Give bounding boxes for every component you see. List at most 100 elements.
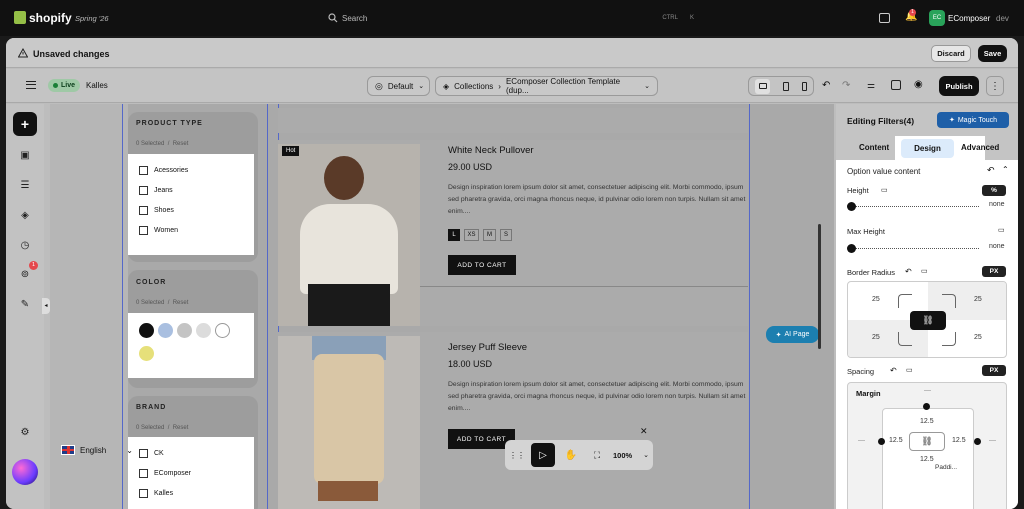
product-image[interactable] (278, 144, 420, 326)
inbox-icon[interactable] (879, 13, 890, 23)
filter-reset-link[interactable]: Reset (173, 300, 189, 306)
zoom-level[interactable]: 100% (613, 451, 632, 460)
template-breadcrumb[interactable]: ◈ Collections › EComposer Collection Tem… (435, 76, 658, 96)
radius-top-right[interactable]: 25 (974, 296, 982, 303)
color-swatch[interactable] (139, 346, 154, 361)
product-description: Design inspiration lorem ipsum dolor sit… (448, 184, 746, 215)
margin-left-handle[interactable] (878, 438, 885, 445)
drag-handle-icon[interactable]: ⋮⋮ (509, 451, 525, 460)
filter-reset-link[interactable]: Reset (173, 425, 189, 431)
tab-content[interactable]: Content (859, 143, 889, 152)
color-swatch[interactable] (139, 323, 154, 338)
settings-gear-icon[interactable]: ⚙ (17, 424, 33, 440)
filter-option-checkbox[interactable]: Kalles (139, 489, 173, 498)
reset-icon[interactable]: ↶ (890, 366, 897, 375)
max-height-slider[interactable] (851, 248, 979, 249)
canvas-scrollbar[interactable] (818, 224, 821, 349)
filter-option-checkbox[interactable]: Shoes (139, 206, 174, 215)
magic-touch-button[interactable]: ✦ Magic Touch (937, 112, 1009, 128)
height-label: Height (847, 186, 869, 195)
store-name[interactable]: EComposer (948, 14, 990, 23)
store-avatar[interactable]: EC (929, 10, 945, 26)
product-title[interactable]: Jersey Puff Sleeve (448, 342, 527, 353)
margin-right-value[interactable]: 12.5 (952, 437, 966, 444)
add-element-button[interactable]: + (13, 112, 37, 136)
tab-design[interactable]: Design (901, 139, 954, 158)
height-unit-select[interactable]: % (982, 185, 1006, 196)
hand-pan-icon[interactable]: ✋ (561, 450, 581, 461)
layers-icon[interactable]: ◈ (17, 207, 33, 223)
publish-button[interactable]: Publish (939, 76, 979, 96)
language-select[interactable]: ◎ Default ⌄ (367, 76, 430, 96)
chevron-up-icon[interactable]: ⌃ (1002, 165, 1009, 174)
save-button[interactable]: Save (978, 45, 1007, 62)
tab-advanced[interactable]: Advanced (961, 143, 999, 152)
color-swatch[interactable] (215, 323, 230, 338)
spacing-unit-select[interactable]: PX (982, 365, 1006, 376)
select-cursor-icon[interactable]: ▷ (531, 443, 555, 467)
style-icon[interactable]: ✎ (17, 296, 33, 312)
color-swatch[interactable] (196, 323, 211, 338)
collapse-rail-handle[interactable]: ◂ (42, 298, 50, 314)
discard-button[interactable]: Discard (931, 45, 971, 62)
size-option[interactable]: L (448, 229, 460, 241)
filter-option-checkbox[interactable]: EComposer (139, 469, 191, 478)
breadcrumb-parent: Collections (454, 81, 494, 91)
close-icon[interactable]: ✕ (640, 426, 648, 437)
history-icon[interactable]: ◷ (17, 237, 33, 253)
product-image[interactable] (278, 336, 420, 509)
redo-icon[interactable]: ↷ (842, 80, 850, 91)
mobile-icon[interactable] (801, 81, 807, 91)
radius-top-left[interactable]: 25 (872, 296, 880, 303)
max-height-slider-handle[interactable] (847, 244, 856, 253)
ai-assistant-orb[interactable] (12, 459, 38, 485)
size-option[interactable]: XS (464, 229, 479, 241)
chevron-down-icon[interactable]: ⌄ (643, 451, 649, 459)
size-option[interactable]: M (483, 229, 496, 241)
undo-icon[interactable]: ↶ (822, 80, 830, 91)
margin-left-value[interactable]: 12.5 (889, 437, 903, 444)
add-to-cart-button[interactable]: ADD TO CART (448, 255, 516, 275)
layout-icon[interactable]: ▣ (17, 147, 33, 163)
filter-option-checkbox[interactable]: Acessories (139, 166, 188, 175)
desktop-icon[interactable]: ▭ (881, 186, 888, 194)
radius-bottom-right[interactable]: 25 (974, 334, 982, 341)
color-swatch[interactable] (177, 323, 192, 338)
desktop-icon[interactable]: ▭ (921, 267, 928, 275)
margin-top-value[interactable]: 12.5 (920, 418, 934, 425)
margin-bottom-value[interactable]: 12.5 (920, 456, 934, 463)
settings-sliders-icon[interactable]: ⚌ (867, 80, 875, 91)
reset-icon[interactable]: ↶ (987, 165, 995, 176)
sections-icon[interactable]: ☰ (17, 177, 33, 193)
margin-top-handle[interactable] (923, 403, 930, 410)
product-title[interactable]: White Neck Pullover (448, 145, 534, 156)
filter-option-checkbox[interactable]: Women (139, 226, 178, 235)
size-option[interactable]: S (500, 229, 512, 241)
fit-screen-icon[interactable]: ⛶ (587, 450, 607, 461)
unsaved-changes-bar: Unsaved changes Discard Save (6, 38, 1018, 68)
tablet-icon[interactable] (782, 81, 789, 91)
desktop-icon[interactable]: ▭ (906, 366, 913, 374)
filter-option-checkbox[interactable]: CK (139, 449, 164, 458)
preview-eye-icon[interactable]: ◉ (914, 79, 923, 90)
reset-icon[interactable]: ↶ (905, 267, 912, 276)
margin-label: Margin (856, 389, 881, 398)
filter-reset-link[interactable]: Reset (173, 141, 189, 147)
border-radius-unit-select[interactable]: PX (982, 266, 1006, 277)
height-slider[interactable] (851, 206, 979, 207)
margin-right-handle[interactable] (974, 438, 981, 445)
ai-page-button[interactable]: ✦ AI Page (766, 326, 819, 343)
link-spacing-icon[interactable]: ⛓ (909, 432, 945, 451)
inspect-icon[interactable] (891, 80, 901, 90)
desktop-icon[interactable] (755, 78, 771, 94)
height-slider-handle[interactable] (847, 202, 856, 211)
more-options-icon[interactable]: ⋮ (986, 76, 1004, 96)
radius-bottom-left[interactable]: 25 (872, 334, 880, 341)
filter-option-checkbox[interactable]: Jeans (139, 186, 173, 195)
color-swatch[interactable] (158, 323, 173, 338)
desktop-icon[interactable]: ▭ (998, 226, 1005, 234)
link-radius-icon[interactable]: ⛓ (910, 311, 946, 330)
language-switcher[interactable]: English ⌄ (61, 440, 133, 460)
menu-icon[interactable] (26, 81, 36, 89)
global-search[interactable]: Search CTRL K (318, 8, 706, 28)
